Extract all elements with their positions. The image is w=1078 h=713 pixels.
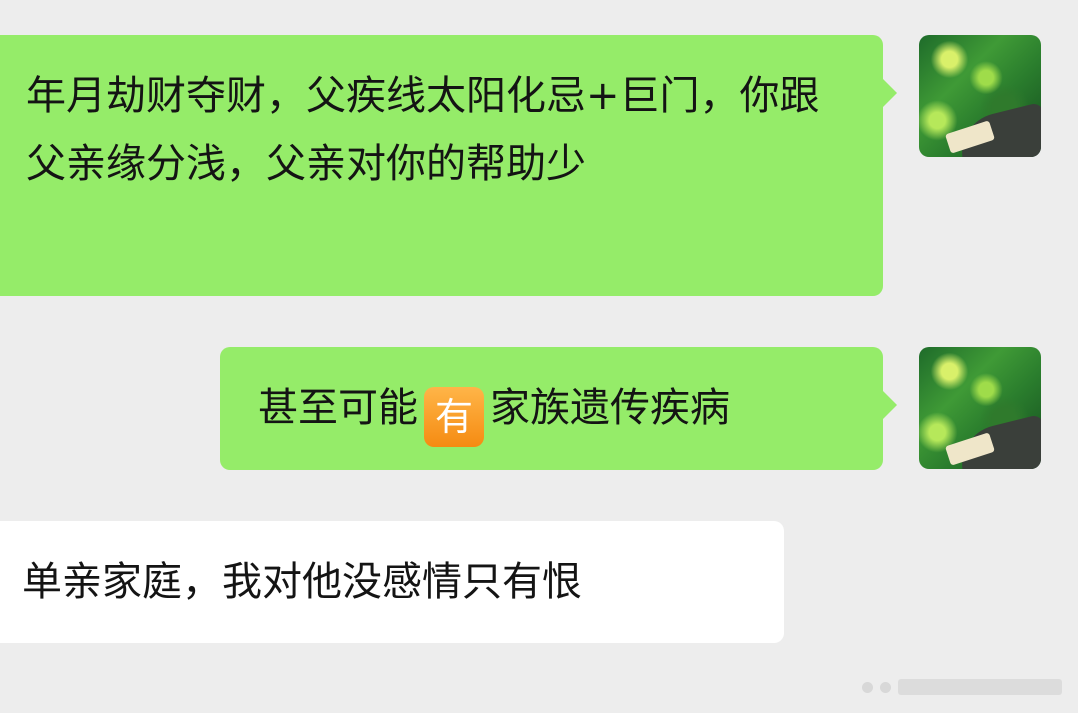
message-text: 单亲家庭，我对他没感情只有恨 xyxy=(22,559,582,605)
message-bubble-self[interactable]: 年月劫财夺财，父疾线太阳化忌+巨门，你跟父亲缘分浅，父亲对你的帮助少 xyxy=(0,35,897,296)
avatar[interactable] xyxy=(919,347,1041,469)
message-text: 年月劫财夺财，父疾线太阳化忌+巨门，你跟父亲缘分浅，父亲对你的帮助少 xyxy=(26,73,820,187)
message-text: 甚至可能 xyxy=(258,385,418,431)
watermark-icon xyxy=(862,676,1062,698)
message-bubble-other[interactable]: 单亲家庭，我对他没感情只有恨 xyxy=(0,521,784,643)
orange-square-you-emoji-icon: 有 xyxy=(424,387,484,447)
message-bubble-self[interactable]: 甚至可能有家族遗传疾病 xyxy=(220,347,897,470)
avatar[interactable] xyxy=(919,35,1041,157)
message-text: 家族遗传疾病 xyxy=(490,385,730,431)
